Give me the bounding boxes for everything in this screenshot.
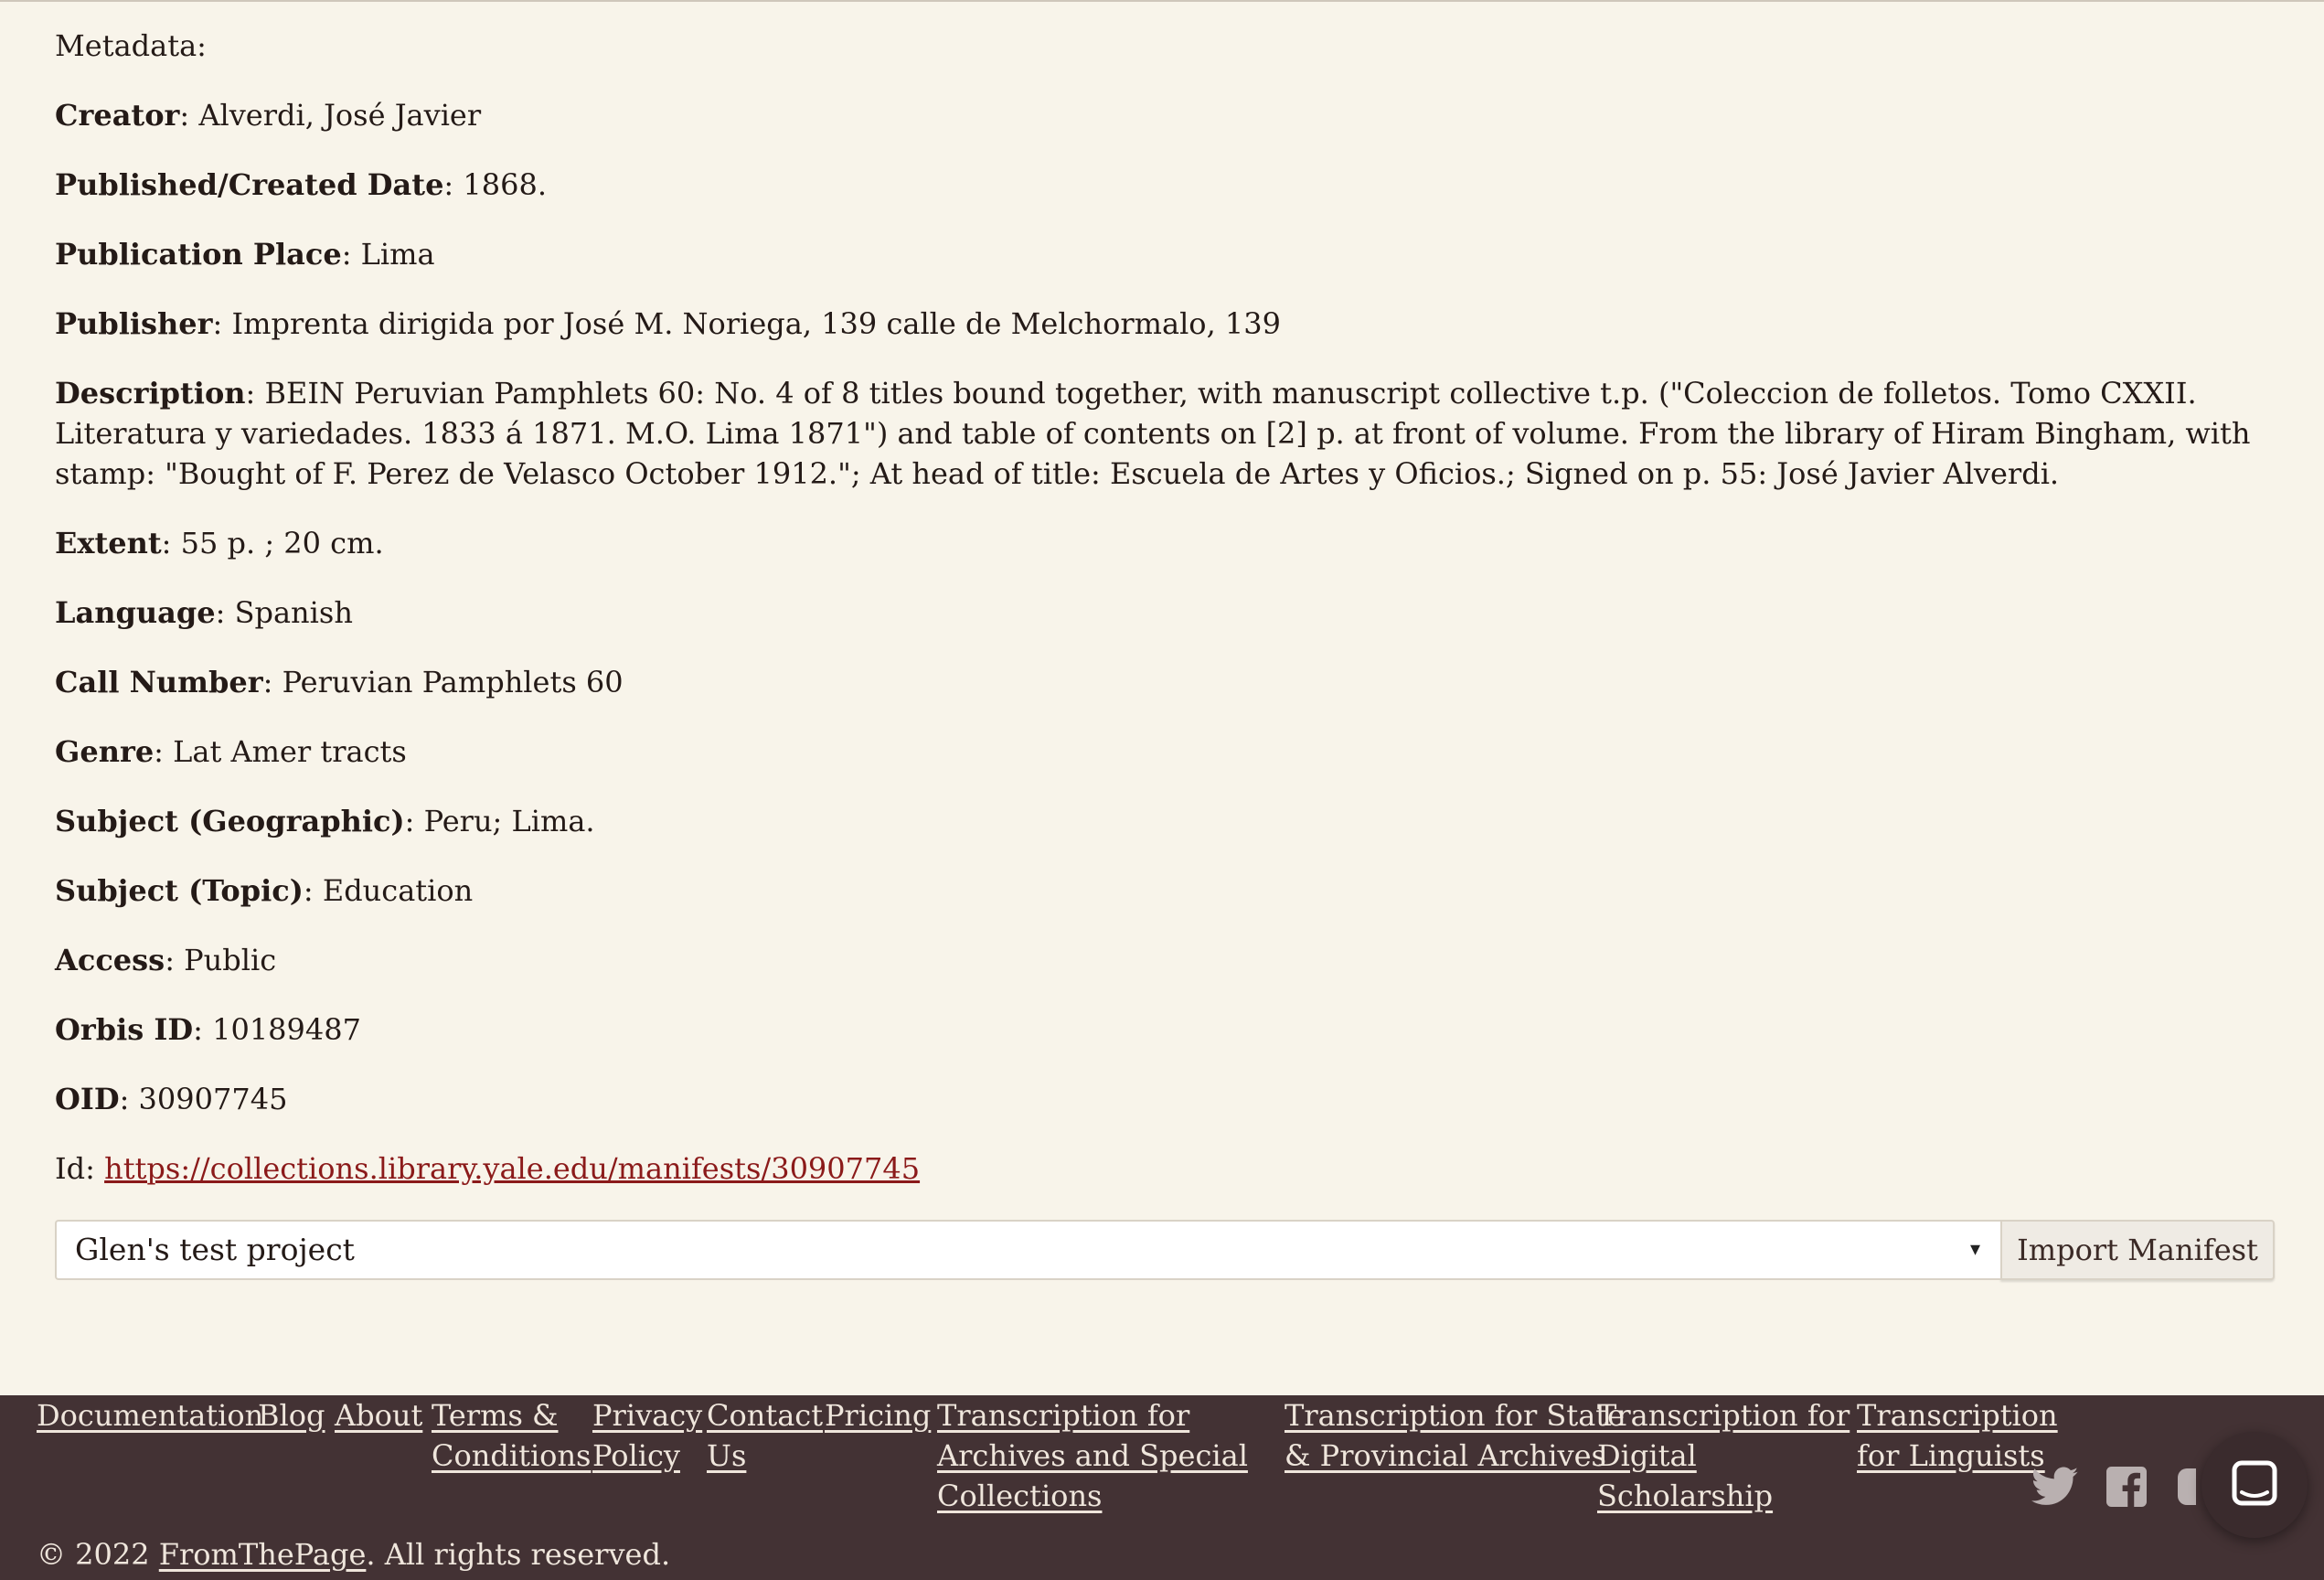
footer-link-line: Conditions — [432, 1438, 592, 1473]
field-label: Extent — [55, 526, 162, 560]
twitter-icon[interactable] — [2031, 1467, 2079, 1507]
field-value: : Peru; Lima. — [404, 804, 595, 838]
footer-link-line: Contact — [707, 1398, 824, 1433]
footer-link-linguists[interactable]: Transcription for Linguists — [1857, 1395, 2058, 1476]
project-select-value: Glen's test project — [75, 1232, 355, 1267]
field-extent: Extent: 55 p. ; 20 cm. — [55, 523, 2276, 563]
field-genre: Genre: Lat Amer tracts — [55, 731, 2276, 772]
field-value: : 55 p. ; 20 cm. — [161, 526, 384, 560]
field-label: Published/Created Date — [55, 167, 444, 202]
chat-glyph-icon — [2232, 1460, 2277, 1506]
footer-link-line: Digital — [1597, 1438, 1697, 1473]
field-label: OID — [55, 1082, 120, 1116]
footer-link-contact[interactable]: Contact Us — [707, 1395, 823, 1476]
id-label: Id: — [55, 1151, 105, 1186]
field-orbis-id: Orbis ID: 10189487 — [55, 1009, 2276, 1050]
field-value: : Lat Amer tracts — [154, 734, 407, 769]
chat-bubble-icon[interactable] — [2201, 1432, 2308, 1538]
copyright-prefix: © 2022 — [37, 1537, 159, 1572]
footer-link-line: Transcription for — [937, 1398, 1190, 1433]
field-value: : Spanish — [215, 595, 353, 630]
field-label: Language — [55, 595, 216, 630]
copyright: © 2022 FromThePage. All rights reserved. — [37, 1534, 670, 1575]
social-icon-partial[interactable] — [2178, 1468, 2196, 1505]
footer-link-line: & Provincial Archives — [1285, 1438, 1606, 1473]
import-manifest-form: Glen's test project ▾ Import Manifest — [55, 1220, 2275, 1280]
footer-link-documentation[interactable]: Documentation — [37, 1395, 263, 1436]
field-value: : Education — [303, 873, 474, 908]
field-subject-geographic: Subject (Geographic): Peru; Lima. — [55, 801, 2276, 841]
field-label: Orbis ID — [55, 1012, 194, 1047]
footer-link-line: for Linguists — [1857, 1438, 2045, 1473]
facebook-icon[interactable] — [2106, 1467, 2147, 1507]
field-publication-place: Publication Place: Lima — [55, 234, 2276, 274]
fromthepage-link[interactable]: FromThePage — [159, 1537, 367, 1572]
footer-link-terms[interactable]: Terms & Conditions — [432, 1395, 591, 1476]
metadata-section: Metadata: Creator: Alverdi, José Javier … — [55, 26, 2276, 1218]
footer-link-line: Terms & — [432, 1398, 559, 1433]
field-label: Subject (Topic) — [55, 873, 304, 908]
field-value: : 1868. — [443, 167, 547, 202]
footer-link-line: Us — [707, 1438, 747, 1473]
field-label: Publisher — [55, 306, 213, 341]
field-call-number: Call Number: Peruvian Pamphlets 60 — [55, 662, 2276, 702]
import-manifest-button[interactable]: Import Manifest — [2000, 1220, 2275, 1280]
field-label: Description — [55, 376, 246, 411]
footer-link-about[interactable]: About — [335, 1395, 422, 1436]
metadata-heading: Metadata: — [55, 28, 207, 63]
footer-link-line: Scholarship — [1597, 1479, 1774, 1513]
field-value: : 30907745 — [119, 1082, 288, 1116]
field-oid: OID: 30907745 — [55, 1079, 2276, 1119]
footer-link-line: Policy — [592, 1438, 680, 1473]
field-access: Access: Public — [55, 940, 2276, 980]
footer-link-line: Collections — [937, 1479, 1103, 1513]
field-value: : Peruvian Pamphlets 60 — [262, 665, 624, 699]
footer: Documentation Blog About Terms & Conditio… — [0, 1395, 2324, 1580]
field-label: Access — [55, 943, 165, 977]
footer-link-line: Transcription — [1857, 1398, 2058, 1433]
field-label: Call Number — [55, 665, 263, 699]
footer-link-privacy[interactable]: Privacy Policy — [592, 1395, 702, 1476]
manifest-link[interactable]: https://collections.library.yale.edu/man… — [104, 1151, 920, 1186]
footer-link-blog[interactable]: Blog — [258, 1395, 325, 1436]
chevron-down-icon: ▾ — [1969, 1238, 1980, 1261]
field-value: : Lima — [341, 237, 435, 272]
field-label: Subject (Geographic) — [55, 804, 405, 838]
footer-link-line: Archives and Special — [937, 1438, 1248, 1473]
footer-link-line: Transcription for — [1597, 1398, 1850, 1433]
field-value: : 10189487 — [193, 1012, 361, 1047]
footer-link-digital-scholarship[interactable]: Transcription for Digital Scholarship — [1597, 1395, 1850, 1516]
field-publisher: Publisher: Imprenta dirigida por José M.… — [55, 304, 2276, 344]
copyright-suffix: . All rights reserved. — [366, 1537, 671, 1572]
field-description: Description: BEIN Peruvian Pamphlets 60:… — [55, 373, 2276, 494]
top-border — [0, 0, 2324, 2]
field-label: Genre — [55, 734, 155, 769]
footer-link-state-archives[interactable]: Transcription for State & Provincial Arch… — [1285, 1395, 1625, 1476]
field-label: Creator — [55, 98, 180, 133]
field-creator: Creator: Alverdi, José Javier — [55, 95, 2276, 135]
field-value: : BEIN Peruvian Pamphlets 60: No. 4 of 8… — [55, 376, 2251, 491]
footer-link-line: Transcription for State — [1285, 1398, 1626, 1433]
field-value: : Imprenta dirigida por José M. Noriega,… — [212, 306, 1281, 341]
field-subject-topic: Subject (Topic): Education — [55, 870, 2276, 911]
field-published-date: Published/Created Date: 1868. — [55, 165, 2276, 205]
field-value: : Alverdi, José Javier — [179, 98, 482, 133]
footer-link-pricing[interactable]: Pricing — [825, 1395, 931, 1436]
field-label: Publication Place — [55, 237, 342, 272]
field-id: Id: https://collections.library.yale.edu… — [55, 1148, 2276, 1189]
footer-link-archives[interactable]: Transcription for Archives and Special Col… — [937, 1395, 1248, 1516]
field-value: : Public — [165, 943, 277, 977]
project-select[interactable]: Glen's test project ▾ — [55, 1220, 2000, 1280]
footer-link-line: Privacy — [592, 1398, 703, 1433]
field-language: Language: Spanish — [55, 592, 2276, 633]
